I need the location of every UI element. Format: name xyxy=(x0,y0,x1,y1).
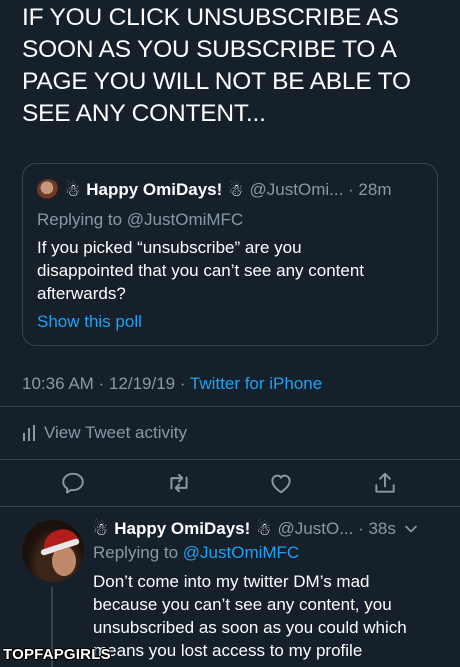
tweet-timestamp: 10:36 AM · 12/19/19 · xyxy=(22,374,190,393)
author-name[interactable]: Happy OmiDays! xyxy=(86,180,222,200)
activity-bars-icon xyxy=(23,425,35,441)
replying-to-handle[interactable]: @JustOmiMFC xyxy=(183,543,299,562)
avatar[interactable] xyxy=(22,520,84,582)
quoted-tweet-header: ☃ Happy OmiDays! ☃ @JustOmi... · 28m xyxy=(37,178,392,202)
view-tweet-activity-label: View Tweet activity xyxy=(44,423,187,442)
watermark: TOPFAPGIRLS xyxy=(3,646,111,663)
replying-to: Replying to @JustOmiMFC xyxy=(37,210,243,230)
snowman-emoji-icon: ☃ xyxy=(65,180,81,200)
divider xyxy=(0,459,460,460)
author-handle-time: @JustOmi... · 28m xyxy=(249,180,392,199)
replying-to-prefix: Replying to xyxy=(93,543,183,562)
share-icon[interactable] xyxy=(372,470,398,496)
quoted-tweet-body: If you picked “unsubscribe” are you disa… xyxy=(37,238,365,303)
replying-to-handle: @JustOmiMFC xyxy=(126,210,244,229)
snowman-emoji-icon: ☃ xyxy=(93,519,109,539)
replying-to: Replying to @JustOmiMFC xyxy=(93,543,299,563)
snowman-emoji-icon: ☃ xyxy=(228,180,244,200)
retweet-icon[interactable] xyxy=(166,470,192,496)
reply-header: ☃ Happy OmiDays! ☃ @JustO... · 38s xyxy=(93,517,418,541)
reply-body: Don’t come into my twitter DM’s mad beca… xyxy=(93,572,407,660)
tweet-text: IF YOU CLICK UNSUBSCRIBE AS SOON AS YOU … xyxy=(22,4,411,127)
tweet-actions-bar xyxy=(0,468,460,500)
snowman-emoji-icon: ☃ xyxy=(256,519,272,539)
show-poll-link[interactable]: Show this poll xyxy=(37,312,142,332)
divider xyxy=(0,406,460,407)
quoted-tweet-card[interactable]: ☃ Happy OmiDays! ☃ @JustOmi... · 28m Rep… xyxy=(22,163,438,346)
author-handle-time: @JustO... · 38s xyxy=(277,519,396,538)
replying-to-prefix: Replying to xyxy=(37,210,127,229)
like-icon[interactable] xyxy=(268,470,294,496)
reply-tweet[interactable]: ☃ Happy OmiDays! ☃ @JustO... · 38s Reply… xyxy=(0,507,460,667)
tweet-meta: 10:36 AM · 12/19/19 · Twitter for iPhone xyxy=(22,374,322,394)
avatar[interactable] xyxy=(37,179,59,201)
chevron-down-icon[interactable] xyxy=(404,524,418,534)
view-tweet-activity[interactable]: View Tweet activity xyxy=(22,423,187,443)
tweet-source-link[interactable]: Twitter for iPhone xyxy=(190,374,322,393)
reply-icon[interactable] xyxy=(60,470,86,496)
author-name[interactable]: Happy OmiDays! xyxy=(114,519,250,539)
